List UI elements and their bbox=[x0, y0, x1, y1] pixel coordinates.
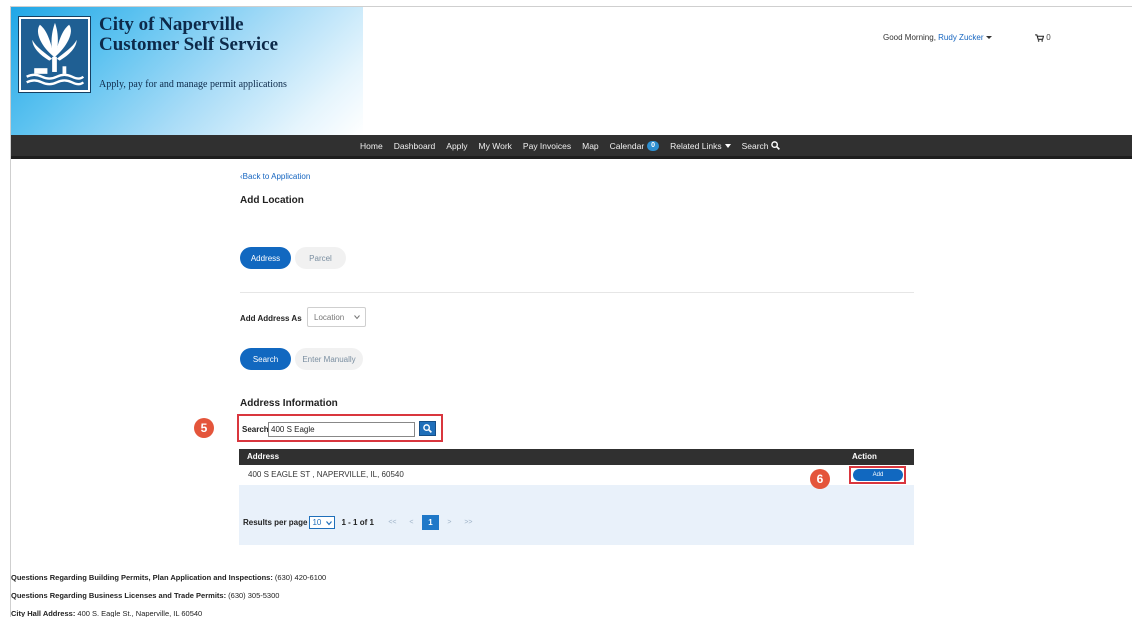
nav-calendar-label: Calendar bbox=[609, 140, 645, 151]
tree-logo-icon bbox=[21, 19, 88, 90]
nav-my-work[interactable]: My Work bbox=[479, 141, 512, 151]
pager-prev-button[interactable]: < bbox=[403, 515, 420, 530]
footer-line-value: (630) 305-5300 bbox=[226, 591, 280, 600]
column-header-action: Action bbox=[852, 452, 877, 461]
results-pager: Results per page 10 1 - 1 of 1 << < 1 > … bbox=[243, 514, 477, 530]
footer-line-label: Questions Regarding Building Permits, Pl… bbox=[11, 573, 273, 582]
add-address-button[interactable]: Add bbox=[853, 469, 903, 481]
nav-calendar[interactable]: Calendar 0 bbox=[609, 140, 660, 151]
nav-search-label: Search bbox=[741, 140, 769, 151]
footer-line-label: City Hall Address: bbox=[11, 609, 76, 617]
address-search-button[interactable] bbox=[419, 421, 436, 436]
browser-page: City of Naperville Customer Self Service… bbox=[10, 6, 1132, 617]
address-search-label: Search bbox=[242, 425, 269, 434]
row-address-cell: 400 S EAGLE ST , NAPERVILLE, IL, 60540 bbox=[248, 470, 404, 479]
calendar-count-badge: 0 bbox=[647, 140, 660, 151]
results-per-page-value: 10 bbox=[312, 517, 322, 527]
user-name: Rudy Zucker bbox=[938, 33, 984, 42]
greeting-text: Good Morning, bbox=[883, 33, 936, 42]
callout-step-6: 6 bbox=[810, 469, 830, 489]
nav-apply[interactable]: Apply bbox=[446, 141, 467, 151]
main-navbar: Home Dashboard Apply My Work Pay Invoice… bbox=[11, 135, 1132, 159]
results-table-header: Address Action bbox=[239, 449, 914, 465]
pager-first-button[interactable]: << bbox=[384, 515, 401, 530]
chevron-down-icon bbox=[326, 520, 333, 525]
chevron-down-icon bbox=[354, 315, 360, 320]
add-address-as-value: Location bbox=[314, 312, 345, 322]
back-to-application-link[interactable]: ‹Back to Application bbox=[240, 172, 310, 181]
nav-dashboard[interactable]: Dashboard bbox=[394, 141, 436, 151]
pager-next-button[interactable]: > bbox=[441, 515, 458, 530]
pager-last-button[interactable]: >> bbox=[460, 515, 477, 530]
add-address-as-label: Add Address As bbox=[240, 314, 302, 323]
search-icon bbox=[770, 141, 780, 150]
caret-down-icon bbox=[724, 143, 731, 148]
search-icon bbox=[423, 424, 432, 433]
brand-title[interactable]: City of Naperville Customer Self Service bbox=[99, 15, 278, 55]
nav-related-links-label: Related Links bbox=[670, 140, 722, 151]
footer-building-permits: Questions Regarding Building Permits, Pl… bbox=[11, 573, 326, 582]
tab-search[interactable]: Search bbox=[240, 348, 291, 370]
page-title: Add Location bbox=[240, 195, 304, 206]
nav-pay-invoices[interactable]: Pay Invoices bbox=[523, 141, 571, 151]
nav-items: Home Dashboard Apply My Work Pay Invoice… bbox=[360, 135, 780, 156]
brand-panel: City of Naperville Customer Self Service… bbox=[11, 7, 363, 135]
user-greeting: Good Morning, Rudy Zucker bbox=[883, 33, 992, 42]
footer-line-value: 400 S. Eagle St., Naperville, IL 60540 bbox=[75, 609, 203, 617]
address-search-input[interactable] bbox=[268, 422, 415, 437]
brand-title-line2: Customer Self Service bbox=[99, 34, 279, 55]
results-range: 1 - 1 of 1 bbox=[341, 517, 374, 527]
column-header-address: Address bbox=[247, 452, 280, 461]
cart-count: 0 bbox=[1046, 33, 1051, 42]
tab-address[interactable]: Address bbox=[240, 247, 291, 269]
footer-city-hall-address: City Hall Address: 400 S. Eagle St., Nap… bbox=[11, 609, 202, 617]
callout-step-5: 5 bbox=[194, 418, 214, 438]
footer-business-licenses: Questions Regarding Business Licenses an… bbox=[11, 591, 279, 600]
city-logo-icon[interactable] bbox=[18, 16, 91, 93]
cart-link[interactable]: 0 bbox=[1035, 33, 1051, 42]
user-menu-link[interactable]: Rudy Zucker bbox=[938, 33, 992, 42]
address-results-panel: Address Action 400 S EAGLE ST , NAPERVIL… bbox=[239, 449, 914, 545]
tab-parcel[interactable]: Parcel bbox=[295, 247, 346, 269]
brand-tagline: Apply, pay for and manage permit applica… bbox=[99, 79, 287, 90]
caret-down-icon bbox=[985, 36, 992, 40]
results-per-page-label: Results per page bbox=[243, 517, 308, 527]
nav-related-links[interactable]: Related Links bbox=[670, 141, 731, 151]
site-header: City of Naperville Customer Self Service… bbox=[11, 7, 1132, 135]
brand-title-line1: City of Naperville bbox=[99, 14, 244, 35]
section-divider bbox=[240, 292, 914, 293]
nav-home[interactable]: Home bbox=[360, 141, 383, 151]
results-per-page-select[interactable]: 10 bbox=[309, 515, 336, 529]
cart-icon bbox=[1035, 34, 1044, 42]
footer-line-label: Questions Regarding Business Licenses an… bbox=[11, 591, 227, 600]
nav-map[interactable]: Map bbox=[582, 141, 599, 151]
footer-line-value: (630) 420-6100 bbox=[272, 573, 327, 582]
back-link-label: Back to Application bbox=[242, 172, 311, 181]
pager-page-1[interactable]: 1 bbox=[421, 514, 439, 530]
address-information-title: Address Information bbox=[240, 398, 338, 409]
add-address-as-select[interactable]: Location bbox=[307, 307, 366, 327]
tab-enter-manually[interactable]: Enter Manually bbox=[295, 348, 363, 370]
nav-search[interactable]: Search bbox=[742, 141, 780, 151]
